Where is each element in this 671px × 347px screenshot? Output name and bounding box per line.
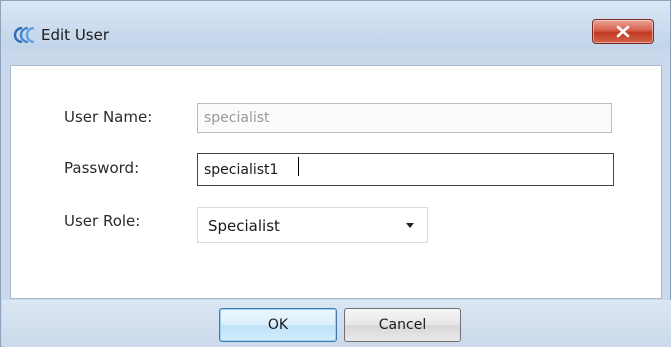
- user-role-select[interactable]: Specialist: [197, 207, 428, 243]
- username-field[interactable]: [197, 103, 612, 133]
- text-caret: [298, 157, 299, 176]
- ok-button[interactable]: OK: [219, 308, 337, 342]
- close-icon: [616, 25, 630, 38]
- cancel-button[interactable]: Cancel: [344, 308, 461, 342]
- window-title: Edit User: [41, 26, 110, 44]
- app-logo-icon: [13, 26, 37, 44]
- title-bar[interactable]: Edit User: [1, 1, 670, 49]
- edit-user-dialog: Edit User User Name: Password: User Role…: [0, 0, 671, 347]
- user-role-value: Specialist: [208, 217, 280, 235]
- password-field[interactable]: [197, 153, 614, 186]
- password-label: Password:: [64, 159, 140, 177]
- dropdown-arrow-icon[interactable]: [406, 223, 414, 228]
- role-label: User Role:: [64, 212, 141, 230]
- username-label: User Name:: [64, 108, 153, 126]
- close-button[interactable]: [592, 19, 654, 44]
